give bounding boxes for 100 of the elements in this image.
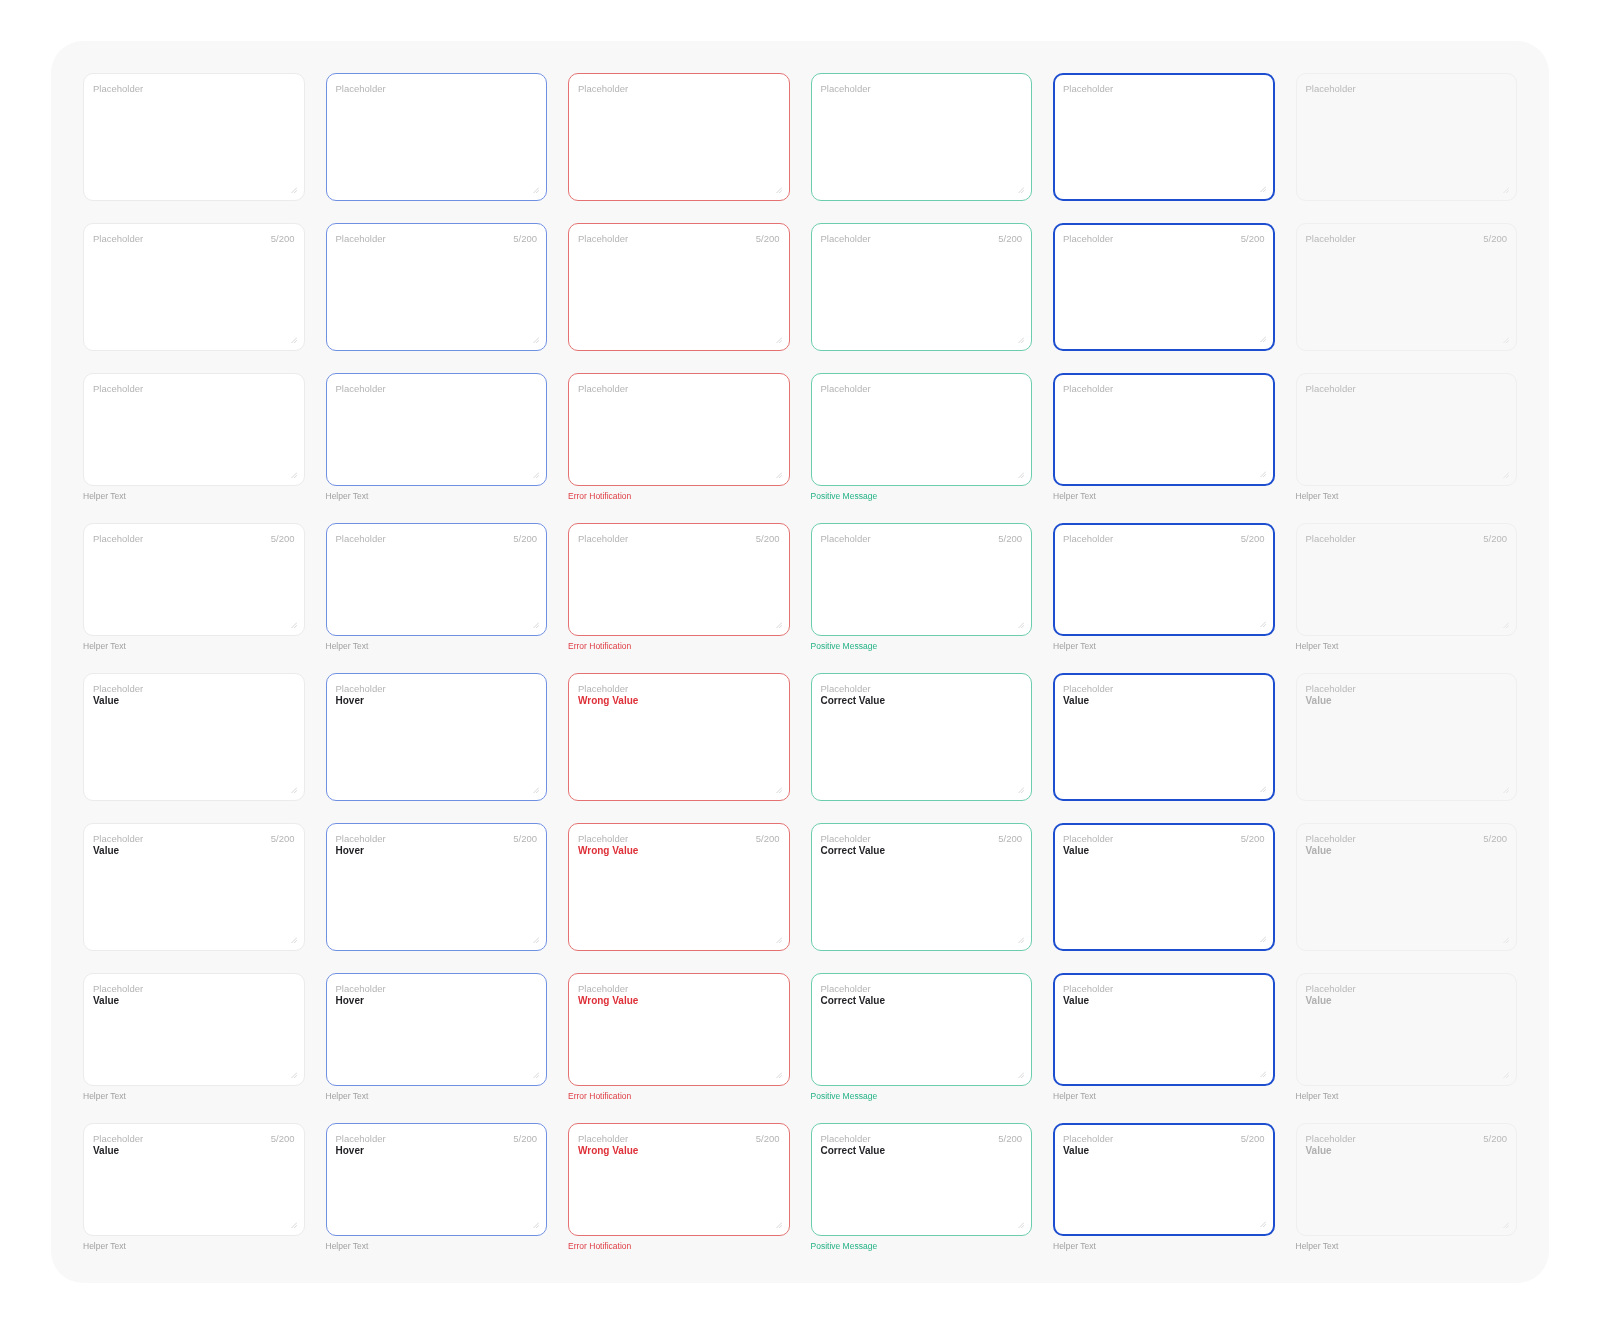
- text-area-field[interactable]: Placeholder 5/200 Hover: [325, 1123, 547, 1236]
- text-area-field[interactable]: Placeholder 5/200 Value: [1295, 823, 1517, 951]
- resize-handle-icon[interactable]: [533, 1072, 539, 1078]
- text-area-field[interactable]: Placeholder Value: [1295, 673, 1517, 801]
- character-counter: 5/200: [270, 533, 295, 545]
- resize-handle-icon[interactable]: [533, 187, 539, 193]
- resize-handle-icon[interactable]: [775, 337, 782, 343]
- resize-handle-icon[interactable]: [290, 787, 297, 793]
- resize-handle-icon[interactable]: [1018, 622, 1024, 628]
- helper-text: Helper Text: [83, 1241, 126, 1251]
- text-area-field[interactable]: Placeholder Correct Value: [810, 673, 1032, 801]
- resize-handle-icon[interactable]: [775, 787, 782, 793]
- resize-handle-icon[interactable]: [1259, 1071, 1266, 1077]
- character-counter: 5/200: [998, 1133, 1022, 1145]
- text-area-field[interactable]: Placeholder 5/200: [568, 223, 790, 351]
- resize-handle-icon[interactable]: [290, 472, 297, 478]
- resize-handle-icon[interactable]: [1259, 786, 1266, 792]
- resize-handle-icon[interactable]: [1018, 472, 1024, 478]
- text-area-field[interactable]: Placeholder Value: [1053, 673, 1275, 801]
- text-area-field[interactable]: Placeholder: [568, 73, 790, 201]
- text-area-field[interactable]: Placeholder 5/200 Correct Value: [810, 823, 1032, 951]
- resize-handle-icon[interactable]: [1018, 937, 1024, 943]
- resize-handle-icon[interactable]: [1018, 1072, 1024, 1078]
- text-area-field[interactable]: Placeholder: [1295, 73, 1517, 201]
- resize-handle-icon[interactable]: [533, 337, 539, 343]
- text-area-field[interactable]: Placeholder 5/200: [1295, 223, 1517, 351]
- resize-handle-icon[interactable]: [1259, 936, 1266, 942]
- resize-handle-icon[interactable]: [1259, 1221, 1266, 1227]
- resize-handle-icon[interactable]: [533, 472, 539, 478]
- helper-text: Helper Text: [1295, 1241, 1339, 1251]
- resize-handle-icon[interactable]: [290, 622, 297, 628]
- text-area-field[interactable]: Placeholder: [325, 73, 547, 201]
- character-counter: 5/200: [755, 533, 780, 545]
- resize-handle-icon[interactable]: [533, 937, 539, 943]
- value-text: Value: [1063, 995, 1090, 1006]
- resize-handle-icon[interactable]: [1259, 621, 1266, 627]
- text-area-field[interactable]: Placeholder: [83, 73, 305, 201]
- resize-handle-icon[interactable]: [290, 337, 297, 343]
- resize-handle-icon[interactable]: [1018, 787, 1024, 793]
- resize-handle-icon[interactable]: [290, 187, 297, 193]
- text-area-field[interactable]: Placeholder 5/200: [1295, 523, 1517, 636]
- text-area-field[interactable]: Placeholder 5/200 Wrong Value: [568, 823, 790, 951]
- resize-handle-icon[interactable]: [290, 1222, 297, 1228]
- text-area-field[interactable]: Placeholder 5/200: [325, 223, 547, 351]
- resize-handle-icon[interactable]: [775, 1222, 782, 1228]
- resize-handle-icon[interactable]: [1018, 337, 1024, 343]
- text-area-field[interactable]: Placeholder Value: [83, 673, 305, 801]
- resize-handle-icon[interactable]: [775, 622, 782, 628]
- resize-handle-icon[interactable]: [1259, 336, 1266, 342]
- text-area-field[interactable]: Placeholder 5/200: [568, 523, 790, 636]
- text-area-field[interactable]: Placeholder: [810, 73, 1032, 201]
- text-area-field[interactable]: Placeholder 5/200 Correct Value: [810, 1123, 1032, 1236]
- placeholder-text: Placeholder: [578, 533, 629, 545]
- text-area-field[interactable]: Placeholder Value: [1295, 973, 1517, 1086]
- resize-handle-icon[interactable]: [775, 1072, 782, 1078]
- text-area-field[interactable]: Placeholder Value: [1053, 973, 1275, 1086]
- text-area-field[interactable]: Placeholder 5/200 Wrong Value: [568, 1123, 790, 1236]
- text-area-field[interactable]: Placeholder 5/200 Value: [1053, 1123, 1275, 1236]
- text-area-field[interactable]: Placeholder: [1295, 373, 1517, 486]
- text-area-field[interactable]: Placeholder: [1053, 373, 1275, 486]
- text-area-field[interactable]: Placeholder 5/200: [810, 223, 1032, 351]
- resize-handle-icon[interactable]: [775, 187, 782, 193]
- text-area-field[interactable]: Placeholder 5/200: [325, 523, 547, 636]
- text-area-field[interactable]: Placeholder: [83, 373, 305, 486]
- text-area-field[interactable]: Placeholder 5/200: [1053, 223, 1275, 351]
- field-label: Placeholder: [578, 1133, 629, 1145]
- text-area-field[interactable]: Placeholder Wrong Value: [568, 673, 790, 801]
- placeholder-text: Placeholder: [578, 83, 629, 95]
- text-area-field[interactable]: Placeholder 5/200 Value: [83, 1123, 305, 1236]
- text-area-field[interactable]: Placeholder: [568, 373, 790, 486]
- text-area-field[interactable]: Placeholder 5/200: [83, 523, 305, 636]
- resize-handle-icon[interactable]: [290, 1072, 297, 1078]
- text-area-field[interactable]: Placeholder: [325, 373, 547, 486]
- text-area-field[interactable]: Placeholder Hover: [325, 973, 547, 1086]
- resize-handle-icon[interactable]: [1259, 471, 1266, 477]
- text-area-field[interactable]: Placeholder 5/200: [83, 223, 305, 351]
- value-text: Value: [93, 995, 120, 1006]
- text-area-field[interactable]: Placeholder 5/200: [810, 523, 1032, 636]
- text-area-field[interactable]: Placeholder Wrong Value: [568, 973, 790, 1086]
- resize-handle-icon[interactable]: [775, 472, 782, 478]
- text-area-field[interactable]: Placeholder Hover: [325, 673, 547, 801]
- resize-handle-icon[interactable]: [290, 937, 297, 943]
- resize-handle-icon[interactable]: [533, 1222, 539, 1228]
- placeholder-text: Placeholder: [335, 383, 386, 395]
- text-area-field[interactable]: Placeholder: [810, 373, 1032, 486]
- resize-handle-icon[interactable]: [775, 937, 782, 943]
- text-area-field[interactable]: Placeholder 5/200 Value: [83, 823, 305, 951]
- text-area-field[interactable]: Placeholder: [1053, 73, 1275, 201]
- resize-handle-icon[interactable]: [533, 787, 539, 793]
- text-area-field[interactable]: Placeholder 5/200 Value: [1295, 1123, 1517, 1236]
- resize-handle-icon[interactable]: [1259, 186, 1266, 192]
- text-area-field[interactable]: Placeholder Value: [83, 973, 305, 1086]
- resize-handle-icon[interactable]: [1018, 187, 1024, 193]
- placeholder-text: Placeholder: [93, 383, 144, 395]
- text-area-field[interactable]: Placeholder 5/200 Value: [1053, 823, 1275, 951]
- resize-handle-icon[interactable]: [1018, 1222, 1024, 1228]
- text-area-field[interactable]: Placeholder 5/200: [1053, 523, 1275, 636]
- text-area-field[interactable]: Placeholder 5/200 Hover: [325, 823, 547, 951]
- resize-handle-icon[interactable]: [533, 622, 539, 628]
- text-area-field[interactable]: Placeholder Correct Value: [810, 973, 1032, 1086]
